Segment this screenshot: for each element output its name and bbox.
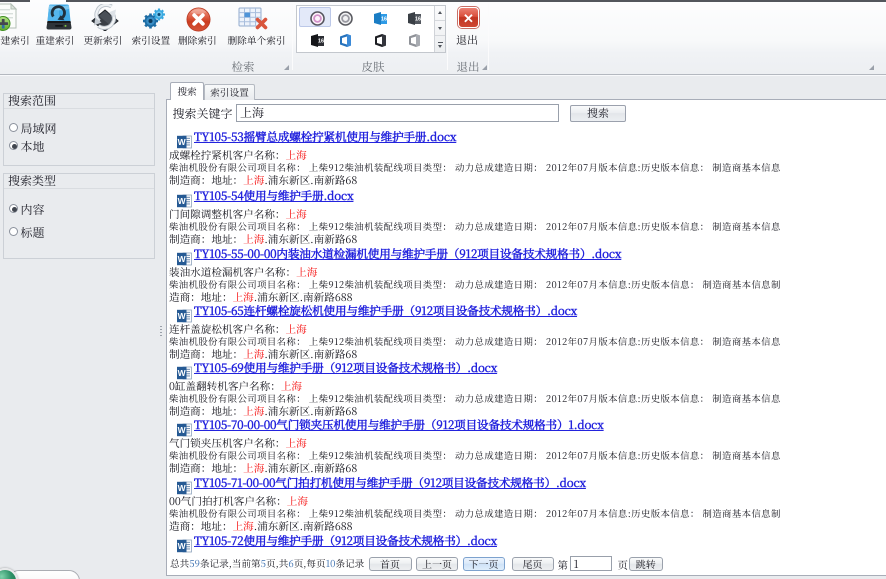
svg-text:W: W [178,254,187,264]
svg-text:16: 16 [415,17,421,23]
svg-text:W: W [178,368,187,378]
svg-text:16: 16 [318,39,324,45]
svg-text:16: 16 [381,17,387,23]
svg-text:W: W [178,425,187,435]
svg-text:W: W [178,483,187,493]
svg-text:W: W [178,137,187,147]
svg-text:W: W [178,541,187,551]
svg-text:W: W [178,311,187,321]
svg-text:W: W [178,196,187,206]
